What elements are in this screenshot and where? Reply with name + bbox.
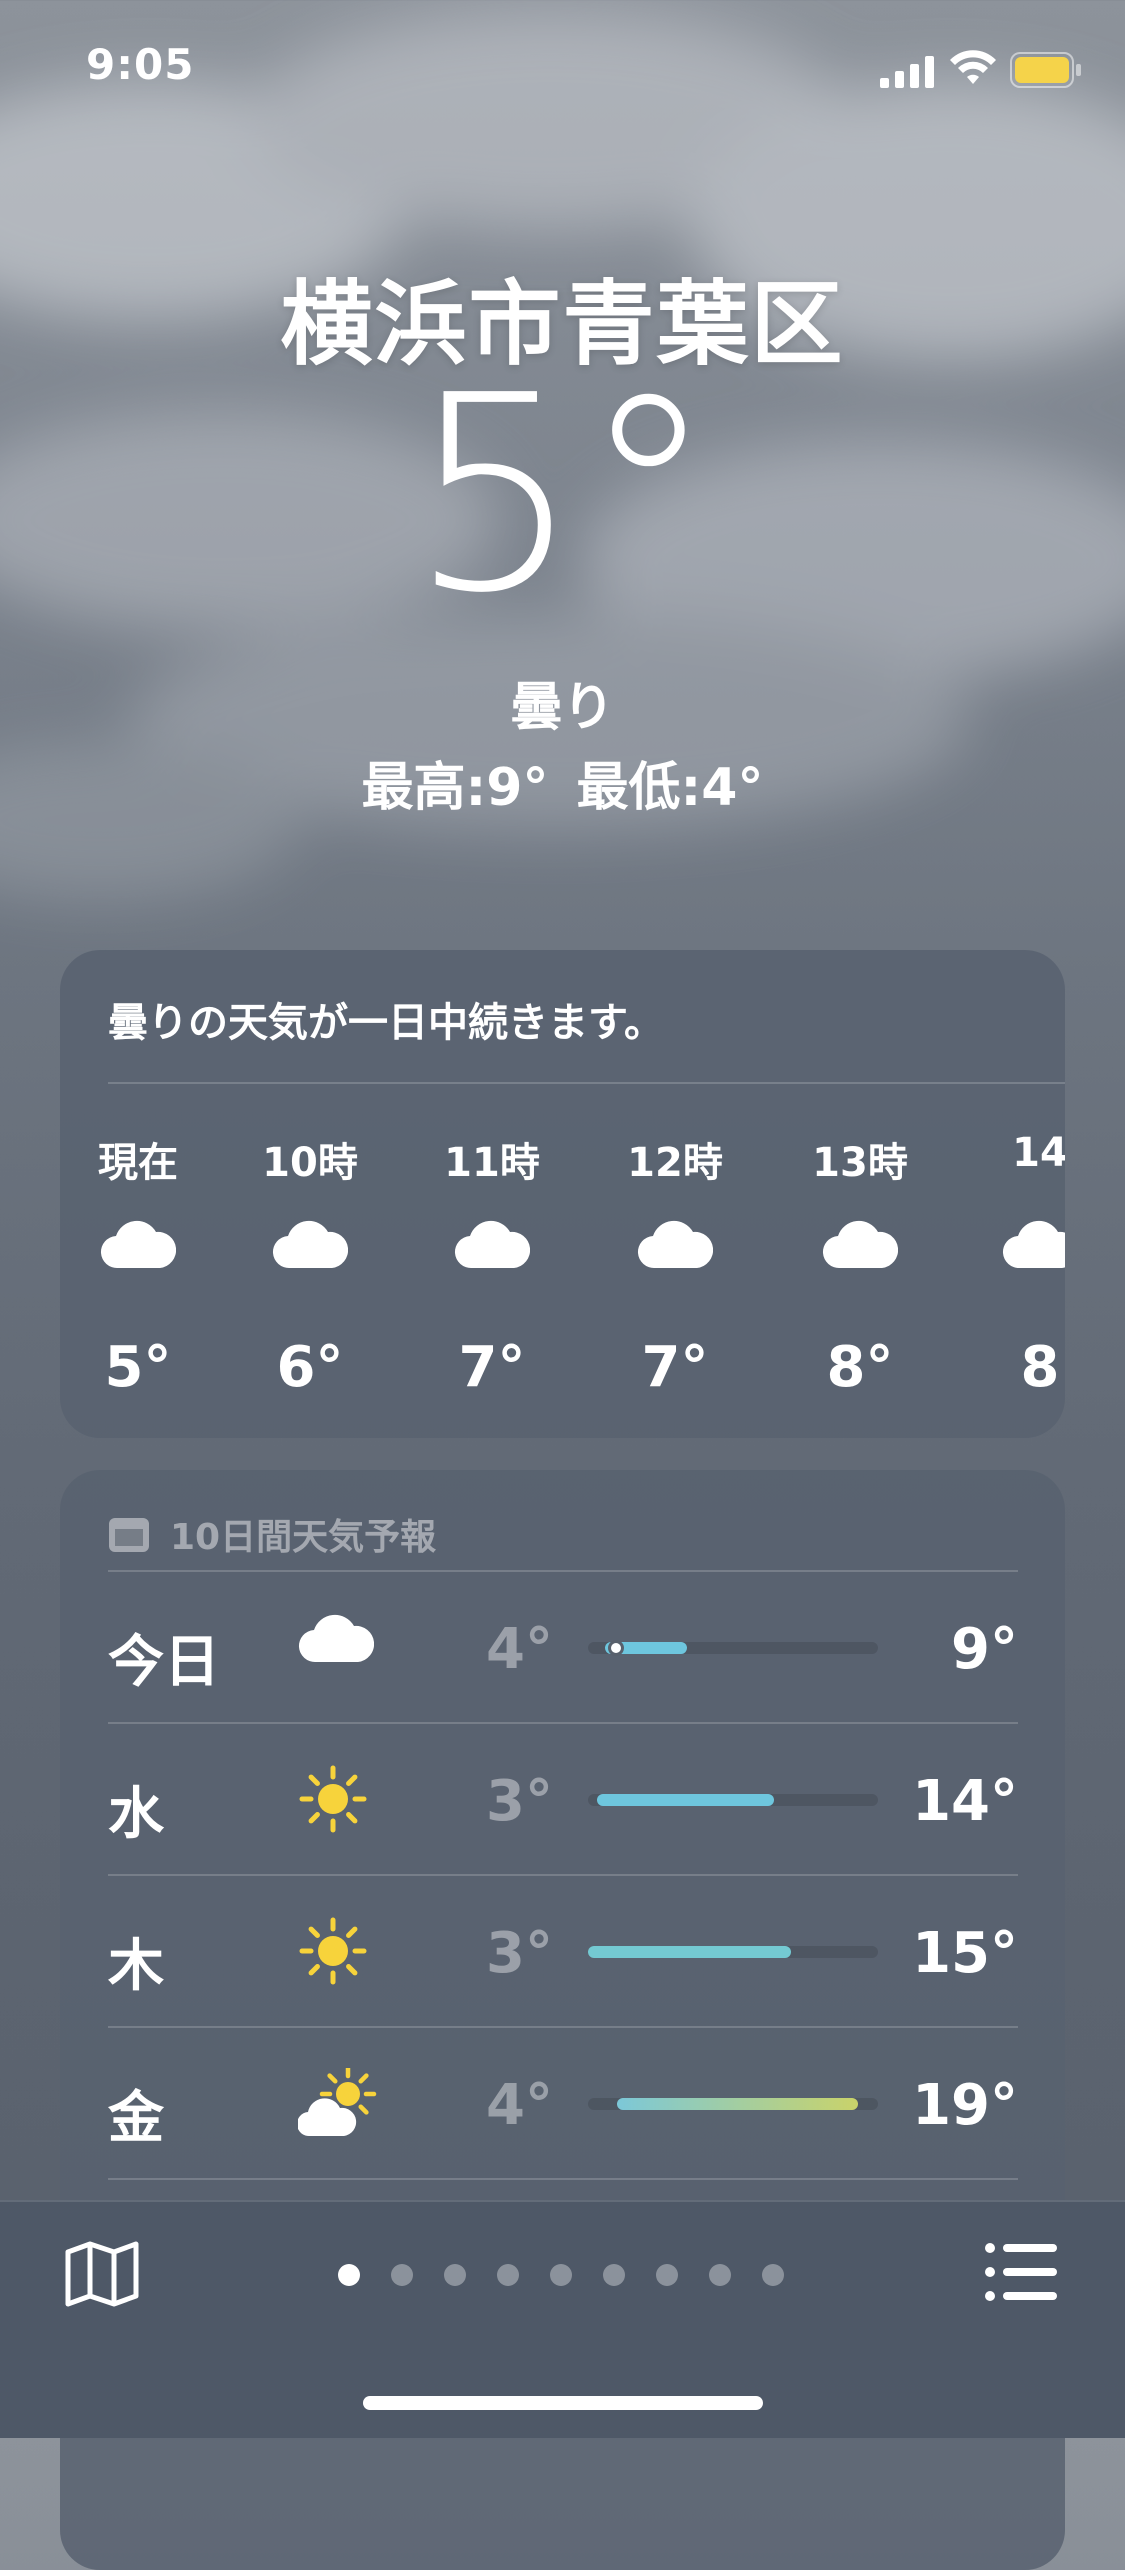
hour-column: 10時 6° bbox=[230, 950, 390, 1438]
cloud-icon bbox=[100, 1218, 177, 1274]
hour-column: 14 8 bbox=[960, 950, 1065, 1438]
hour-label: 11時 bbox=[444, 1140, 540, 1186]
temp-range-bar bbox=[588, 1946, 878, 1958]
day-name: 金 bbox=[108, 2086, 164, 2151]
calendar-icon bbox=[109, 1518, 149, 1552]
divider bbox=[108, 2178, 1018, 2180]
cloud-icon bbox=[272, 1218, 349, 1274]
partly-sunny-icon bbox=[296, 2065, 388, 2144]
day-low-temp: 3° bbox=[486, 1921, 553, 1986]
page-dot[interactable] bbox=[656, 2264, 678, 2286]
map-icon[interactable] bbox=[64, 2240, 140, 2308]
status-bar: 9:05 bbox=[0, 0, 1125, 140]
low-temp: 最低:4° bbox=[576, 758, 764, 818]
battery-icon bbox=[1010, 52, 1081, 88]
temp-range-fill bbox=[617, 2098, 858, 2110]
day-name: 水 bbox=[108, 1782, 164, 1847]
temp-range-bar bbox=[588, 1794, 878, 1806]
daily-header: 10日間天気予報 bbox=[108, 1508, 436, 1560]
hour-temp: 6° bbox=[276, 1335, 344, 1400]
sun-icon bbox=[298, 1916, 368, 1990]
page-dot[interactable] bbox=[603, 2264, 625, 2286]
daily-header-label: 10日間天気予報 bbox=[170, 1517, 437, 1558]
day-row[interactable]: 水 3° 14° bbox=[108, 1724, 1018, 1874]
page-dot[interactable] bbox=[444, 2264, 466, 2286]
cloud-icon bbox=[1002, 1218, 1065, 1274]
page-dot[interactable] bbox=[338, 2264, 360, 2286]
day-row[interactable]: 木 3° 15° bbox=[108, 1876, 1018, 2026]
day-low-temp: 4° bbox=[486, 1617, 553, 1682]
status-time: 9:05 bbox=[86, 40, 195, 89]
cloud-icon bbox=[637, 1218, 714, 1274]
list-icon[interactable] bbox=[985, 2242, 1057, 2302]
day-low-temp: 4° bbox=[486, 2073, 553, 2138]
hour-temp: 8° bbox=[826, 1335, 894, 1400]
day-high-temp: 9° bbox=[951, 1617, 1018, 1682]
page-dot[interactable] bbox=[550, 2264, 572, 2286]
hour-label: 10時 bbox=[262, 1140, 358, 1186]
cloud-icon bbox=[298, 1612, 375, 1668]
day-high-temp: 14° bbox=[912, 1769, 1018, 1834]
hour-column: 現在 5° bbox=[60, 950, 218, 1438]
day-name: 今日 bbox=[108, 1630, 220, 1695]
page-dot[interactable] bbox=[497, 2264, 519, 2286]
hour-column: 13時 8° bbox=[780, 950, 940, 1438]
hour-temp: 7° bbox=[641, 1335, 709, 1400]
temp-range-bar bbox=[588, 1640, 878, 1656]
day-row[interactable]: 今日 4° 9° bbox=[108, 1572, 1018, 1722]
hour-label: 14 bbox=[1012, 1130, 1065, 1176]
current-temperature: 5° bbox=[409, 337, 716, 652]
day-name: 木 bbox=[108, 1934, 164, 1999]
current-condition: 曇り bbox=[510, 678, 615, 738]
wifi-icon bbox=[950, 50, 996, 84]
day-low-temp: 3° bbox=[486, 1769, 553, 1834]
hour-temp: 8 bbox=[1020, 1335, 1060, 1400]
page-dot[interactable] bbox=[762, 2264, 784, 2286]
hour-label: 現在 bbox=[98, 1140, 178, 1186]
cloud-icon bbox=[454, 1218, 531, 1274]
page-dot[interactable] bbox=[709, 2264, 731, 2286]
hour-label: 13時 bbox=[812, 1140, 908, 1186]
hour-temp: 5° bbox=[104, 1335, 172, 1400]
temp-range-fill bbox=[588, 1946, 791, 1958]
hourly-forecast-card[interactable]: 曇りの天気が一日中続きます。 現在 5° 10時 6° 11時 7° 12時 7° 13時 8° 1… bbox=[60, 950, 1065, 1438]
home-indicator[interactable] bbox=[363, 2396, 763, 2410]
signal-icon bbox=[880, 56, 934, 88]
high-low: 最高:9° 最低:4° bbox=[0, 745, 1125, 820]
high-temp: 最高:9° bbox=[361, 758, 549, 818]
hour-column: 11時 7° bbox=[412, 950, 572, 1438]
cloud-icon bbox=[822, 1218, 899, 1274]
day-high-temp: 15° bbox=[912, 1921, 1018, 1986]
page-indicator[interactable] bbox=[338, 2264, 815, 2286]
hour-temp: 7° bbox=[458, 1335, 526, 1400]
day-high-temp: 19° bbox=[912, 2073, 1018, 2138]
sun-icon bbox=[298, 1764, 368, 1838]
hour-label: 12時 bbox=[627, 1140, 723, 1186]
page-dot[interactable] bbox=[391, 2264, 413, 2286]
day-row[interactable]: 金 4° 19° bbox=[108, 2028, 1018, 2178]
hour-column: 12時 7° bbox=[595, 950, 755, 1438]
temp-range-fill bbox=[596, 1794, 774, 1806]
temp-range-bar bbox=[588, 2098, 878, 2110]
